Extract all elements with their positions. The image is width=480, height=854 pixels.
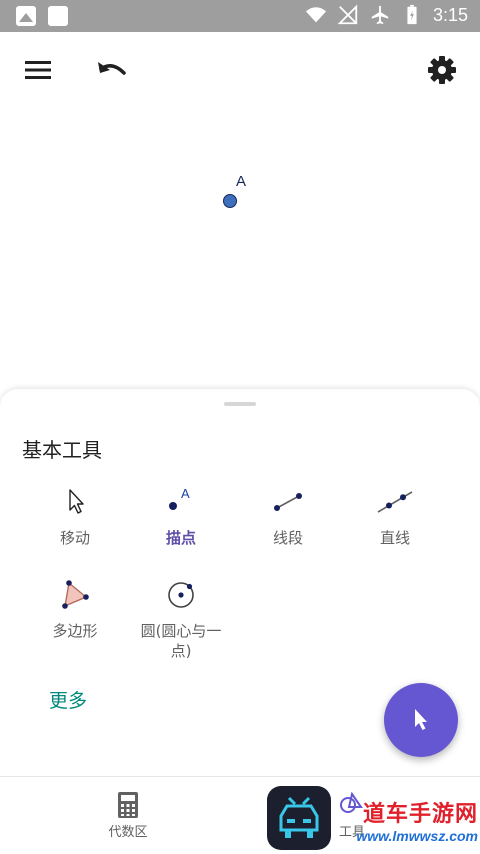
menu-icon [25, 61, 51, 79]
gallery-notification-icon [16, 6, 36, 26]
settings-button[interactable] [420, 48, 464, 92]
polygon-icon [62, 580, 89, 609]
tool-point[interactable]: A 描点 [133, 484, 229, 548]
move-arrow-icon [69, 489, 84, 514]
svg-text:A: A [181, 486, 190, 501]
site-watermark: 道车手游网 www.lmwwsz.com [350, 796, 478, 848]
watermark-title: 道车手游网 [362, 802, 478, 827]
undo-icon [98, 62, 126, 75]
watermark-url: www.lmwwsz.com [356, 828, 478, 844]
airplane-mode-icon [371, 5, 389, 25]
graphics-canvas[interactable] [0, 96, 480, 389]
tool-point-label: 描点 [165, 529, 196, 547]
pointer-arrow-icon [415, 709, 427, 730]
wifi-icon [305, 7, 327, 23]
tool-move-label: 移动 [59, 529, 90, 547]
tool-polygon[interactable]: 多边形 [27, 577, 123, 641]
settings-gear-icon [428, 56, 456, 84]
point-icon: A [169, 486, 190, 510]
menu-button[interactable] [16, 48, 60, 92]
circle-icon [168, 582, 194, 608]
tool-move[interactable]: 移动 [27, 484, 123, 548]
nav-algebra-label: 代数区 [108, 825, 148, 840]
tool-circle-label: 圆(圆心与一点) [140, 622, 222, 660]
status-bar: 3:15 [0, 0, 480, 32]
sheet-drag-handle[interactable] [224, 402, 256, 406]
point-a[interactable] [223, 194, 237, 208]
battery-icon [407, 4, 417, 25]
tool-segment-label: 线段 [272, 529, 303, 547]
nav-algebra[interactable]: 代数区 [98, 791, 158, 840]
sheet-title: 基本工具 [22, 438, 102, 462]
segment-icon [274, 493, 302, 511]
car-logo-icon [279, 796, 319, 838]
notification-icon [48, 6, 68, 26]
tool-line[interactable]: 直线 [347, 484, 443, 548]
more-tools-link[interactable]: 更多 [49, 686, 87, 713]
no-signal-icon [337, 4, 358, 25]
watermark-app-logo [267, 786, 331, 850]
tool-segment[interactable]: 线段 [240, 484, 336, 548]
line-icon [377, 491, 413, 513]
tool-polygon-label: 多边形 [52, 622, 98, 640]
tool-circle[interactable]: 圆(圆心与一点) [133, 577, 229, 661]
move-mode-fab[interactable] [384, 683, 458, 757]
undo-button[interactable] [90, 48, 134, 92]
tool-line-label: 直线 [379, 529, 410, 547]
calculator-icon [118, 792, 138, 818]
status-time: 3:15 [432, 4, 468, 25]
point-a-label: A [236, 173, 247, 190]
